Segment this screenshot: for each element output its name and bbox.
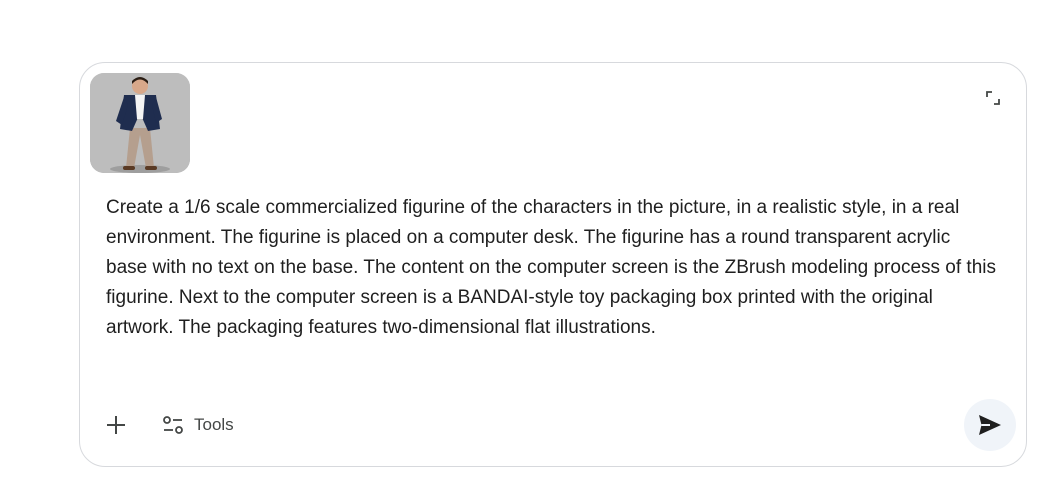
attached-photo bbox=[90, 73, 190, 173]
composer-toolbar: Tools bbox=[80, 390, 1026, 466]
plus-icon bbox=[107, 416, 125, 434]
tools-label: Tools bbox=[194, 415, 234, 434]
tools-button[interactable]: Tools bbox=[162, 408, 234, 442]
add-attachment-button[interactable] bbox=[101, 410, 131, 440]
expand-button[interactable] bbox=[982, 87, 1004, 109]
tools-sliders-icon bbox=[163, 416, 183, 434]
expand-icon bbox=[986, 91, 1000, 105]
prompt-text-input[interactable]: Create a 1/6 scale commercialized figuri… bbox=[106, 193, 996, 343]
send-button[interactable] bbox=[964, 399, 1016, 451]
prompt-composer: Create a 1/6 scale commercialized figuri… bbox=[79, 62, 1027, 467]
send-icon bbox=[979, 415, 1001, 435]
attached-image-thumbnail[interactable] bbox=[90, 73, 190, 173]
